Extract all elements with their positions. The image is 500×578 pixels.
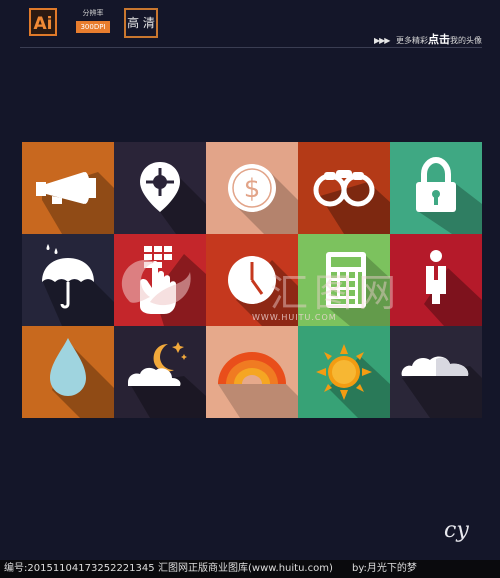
icon-grid: $: [22, 142, 482, 418]
rainbow-icon: [206, 326, 298, 418]
footer-site: 汇图网正版商业图库(www.huitu.com): [158, 563, 333, 574]
more-link-emphasis: 点击: [428, 33, 450, 46]
tile-map-pin: [114, 142, 206, 234]
tile-handcuffs: [298, 142, 390, 234]
tile-person: [390, 234, 482, 326]
map-pin-icon: [114, 142, 206, 234]
sun-icon: [298, 326, 390, 418]
cloud-icon: [390, 326, 482, 418]
watermark-text: 汇图网: [270, 271, 403, 315]
tile-cloud: [390, 326, 482, 418]
padlock-icon: [390, 142, 482, 234]
tile-moon-cloud: [114, 326, 206, 418]
tile-sun: [298, 326, 390, 418]
resolution-value: 300DPI: [76, 21, 110, 33]
header-divider: [20, 47, 482, 48]
moon-cloud-icon: [114, 326, 206, 418]
resolution-label: 分辨率: [82, 9, 104, 17]
tile-megaphone: [22, 142, 114, 234]
ai-file-badge: Ai: [29, 8, 57, 36]
footer-bar: 编号:20151104173252221345 汇图网正版商业图库(www.hu…: [0, 560, 500, 578]
watermark-logo-icon: [121, 260, 191, 306]
megaphone-icon: [22, 142, 114, 234]
author-signature: cy: [444, 518, 469, 543]
footer-id: 编号:20151104173252221345: [4, 563, 155, 574]
resolution-badge: 分辨率 300DPI: [76, 8, 110, 38]
water-drop-icon: [22, 326, 114, 418]
svg-text:$: $: [244, 174, 261, 204]
header-bar: Ai 分辨率 300DPI 高 清 ▶▶▶ 更多精彩点击我的头像: [0, 0, 500, 48]
person-icon: [390, 234, 482, 326]
triple-arrow-icon: ▶▶▶: [373, 36, 391, 45]
hd-quality-badge: 高 清: [124, 8, 158, 38]
tile-dollar-coin: $: [206, 142, 298, 234]
more-link-suffix: 我的头像: [450, 36, 482, 45]
more-link[interactable]: ▶▶▶ 更多精彩点击我的头像: [374, 31, 482, 47]
dollar-coin-icon: $: [206, 142, 298, 234]
tile-padlock: [390, 142, 482, 234]
watermark-url: WWW.HUITU.COM: [252, 313, 337, 322]
footer-author: by:月光下的梦: [352, 563, 417, 574]
tile-rainbow: [206, 326, 298, 418]
umbrella-rain-icon: [22, 234, 114, 326]
tile-umbrella-rain: [22, 234, 114, 326]
more-link-prefix: 更多精彩: [396, 36, 428, 45]
tile-water-drop: [22, 326, 114, 418]
handcuffs-icon: [298, 142, 390, 234]
